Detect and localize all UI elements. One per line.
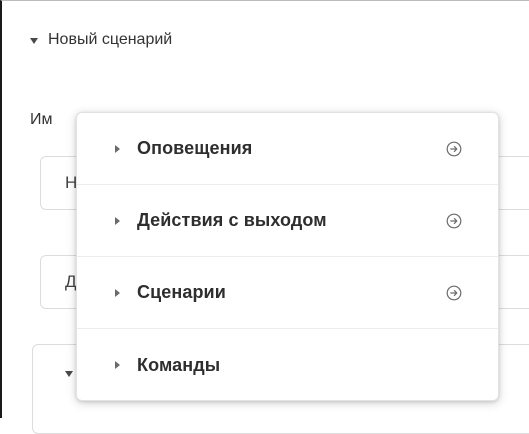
name-label: Им — [30, 111, 53, 128]
window-frame: Новый сценарий Им Н Д Оповещения Действи… — [0, 0, 529, 434]
menu-item-notifications[interactable]: Оповещения — [77, 113, 498, 185]
dropdown-menu: Оповещения Действия с выходом Сценарии К… — [76, 112, 499, 401]
arrow-right-circle-icon[interactable] — [444, 283, 464, 303]
menu-item-label: Оповещения — [137, 138, 253, 158]
menu-item-label: Сценарии — [137, 282, 226, 302]
caret-right-icon — [115, 216, 120, 225]
arrow-right-circle-icon[interactable] — [444, 139, 464, 159]
menu-item-commands[interactable]: Команды — [77, 329, 498, 400]
caret-right-icon — [115, 361, 120, 369]
caret-right-icon — [115, 144, 120, 153]
menu-item-scenarios[interactable]: Сценарии — [77, 257, 498, 329]
caret-right-icon — [115, 288, 120, 297]
menu-item-output-actions[interactable]: Действия с выходом — [77, 185, 498, 257]
menu-item-label: Команды — [137, 354, 221, 375]
menu-item-label: Действия с выходом — [137, 210, 327, 230]
caret-down-icon — [30, 37, 38, 44]
section-header[interactable]: Новый сценарий — [30, 31, 172, 49]
caret-down-icon — [65, 371, 73, 377]
second-input-text: Д — [65, 272, 77, 291]
section-title: Новый сценарий — [48, 31, 173, 48]
arrow-right-circle-icon[interactable] — [444, 211, 464, 231]
